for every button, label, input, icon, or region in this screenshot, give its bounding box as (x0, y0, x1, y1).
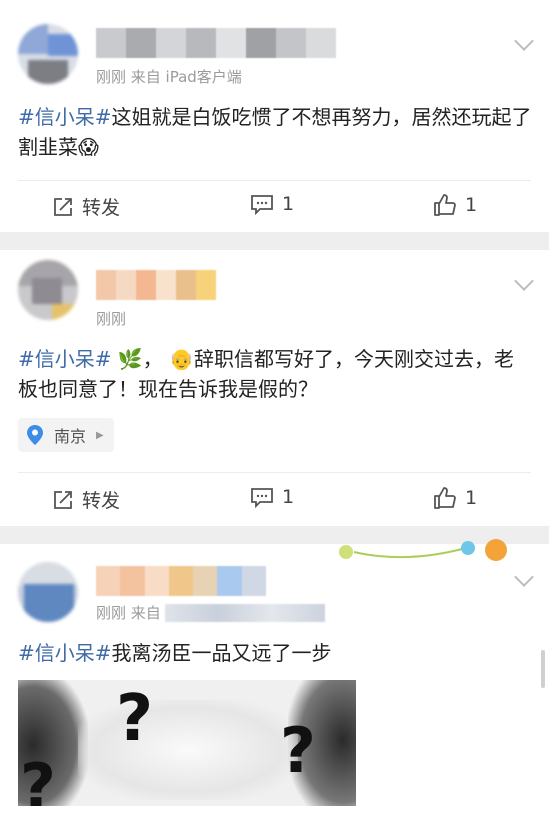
like-button[interactable]: 1 (433, 193, 477, 217)
post-meta: 刚刚 (96, 310, 127, 328)
question-mark-icon: ? (116, 682, 154, 756)
post-text: #信小呆# 🌿， 👴辞职信都写好了，今天刚交过去，老板也同意了！现在告诉我是假的… (18, 347, 515, 401)
thumbs-up-icon (434, 194, 456, 216)
hashtag-link[interactable]: #信小呆# (18, 641, 112, 665)
post-image[interactable]: ? ? ? (18, 680, 356, 806)
location-tag[interactable]: 南京 ▶ (18, 418, 114, 452)
repost-label: 转发 (82, 490, 121, 512)
avatar[interactable] (18, 260, 78, 320)
like-button[interactable]: 1 (433, 486, 477, 510)
post-card-2: 刚刚 #信小呆# 🌿， 👴辞职信都写好了，今天刚交过去，老板也同意了！现在告诉我… (0, 250, 549, 526)
comment-count: 1 (282, 193, 295, 215)
username-blurred[interactable] (96, 566, 266, 596)
location-pin-icon (27, 425, 43, 445)
source-blurred (164, 603, 325, 622)
like-count: 1 (465, 487, 478, 509)
avatar[interactable] (18, 562, 78, 622)
emoji: 👴 (169, 347, 195, 371)
comment-icon (251, 488, 273, 508)
repost-icon (54, 197, 72, 216)
username-blurred[interactable] (96, 28, 336, 58)
avatar[interactable] (18, 24, 78, 84)
repost-button[interactable]: 转发 (52, 193, 120, 220)
chevron-down-icon[interactable] (514, 31, 534, 51)
chevron-down-icon[interactable] (514, 271, 534, 291)
emoji: 🌿 (117, 347, 143, 371)
question-mark-icon: ? (20, 750, 56, 806)
scrollbar[interactable] (541, 650, 545, 688)
divider (18, 180, 531, 181)
post-meta: 刚刚 来自 iPad客户端 (96, 68, 242, 86)
repost-label: 转发 (82, 197, 121, 219)
post-card-3: 刚刚 来自 #信小呆#我离汤臣一品又远了一步 ? ? ? (0, 539, 549, 817)
chevron-down-icon[interactable] (514, 567, 534, 587)
comment-button[interactable]: 1 (250, 193, 294, 215)
repost-button[interactable]: 转发 (52, 486, 120, 513)
card-decoration (339, 539, 507, 561)
hashtag-link[interactable]: #信小呆# (18, 347, 112, 371)
username-blurred[interactable] (96, 270, 216, 300)
post-card-1: 刚刚 来自 iPad客户端 #信小呆#这姐就是白饭吃惯了不想再努力，居然还玩起了… (0, 0, 549, 232)
repost-icon (54, 490, 72, 509)
divider (18, 472, 531, 473)
post-text: #信小呆#我离汤臣一品又远了一步 (18, 641, 332, 665)
like-count: 1 (465, 194, 478, 216)
post-meta: 刚刚 来自 (96, 602, 325, 623)
comment-icon (251, 195, 273, 215)
comment-count: 1 (282, 486, 295, 508)
chevron-right-icon: ▶ (96, 429, 104, 441)
question-mark-icon: ? (280, 714, 316, 787)
emoji: 😱 (78, 135, 99, 159)
post-text: #信小呆#这姐就是白饭吃惯了不想再努力，居然还玩起了割韭菜😱 (18, 105, 532, 159)
hashtag-link[interactable]: #信小呆# (18, 105, 112, 129)
location-label: 南京 (54, 427, 87, 446)
comment-button[interactable]: 1 (250, 486, 294, 508)
thumbs-up-icon (434, 487, 456, 509)
